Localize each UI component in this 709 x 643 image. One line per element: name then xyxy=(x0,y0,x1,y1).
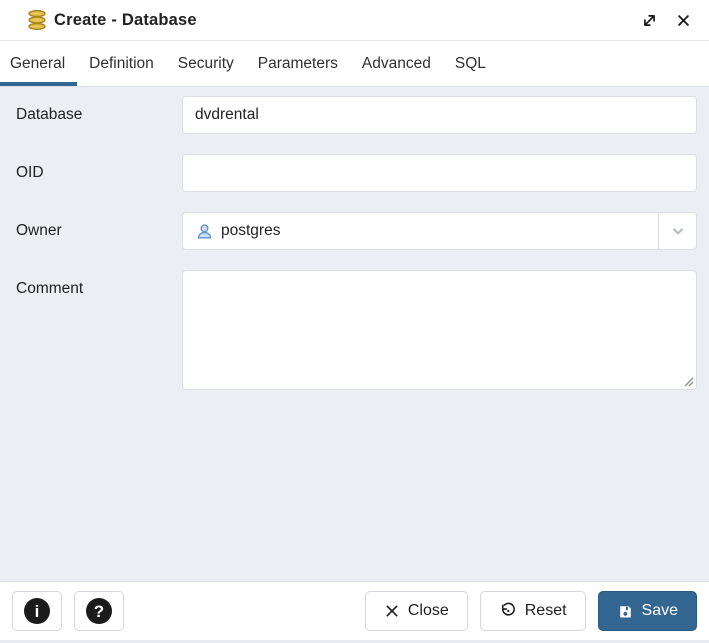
save-button-label: Save xyxy=(642,602,678,620)
reset-button[interactable]: Reset xyxy=(480,591,586,631)
reset-button-label: Reset xyxy=(525,602,567,620)
owner-label: Owner xyxy=(16,212,182,250)
comment-row: Comment xyxy=(16,270,697,390)
tab-sql[interactable]: SQL xyxy=(443,41,498,86)
help-icon: ? xyxy=(86,598,112,624)
oid-input[interactable] xyxy=(182,154,697,192)
dialog-footer: i ? Close Reset xyxy=(0,581,709,640)
close-dialog-button[interactable] xyxy=(674,11,693,30)
close-button[interactable]: Close xyxy=(365,591,468,631)
database-name-input[interactable] xyxy=(182,96,697,134)
help-button[interactable]: ? xyxy=(74,591,124,631)
comment-label: Comment xyxy=(16,270,182,308)
owner-select[interactable]: postgres xyxy=(182,212,697,250)
tab-advanced[interactable]: Advanced xyxy=(350,41,443,86)
dialog-titlebar: Create - Database xyxy=(0,0,709,41)
database-label: Database xyxy=(16,96,182,134)
owner-row: Owner postgres xyxy=(16,212,697,250)
undo-icon xyxy=(499,602,517,620)
x-icon xyxy=(384,603,400,619)
tab-security[interactable]: Security xyxy=(166,41,246,86)
floppy-disk-icon xyxy=(617,603,634,620)
info-button[interactable]: i xyxy=(12,591,62,631)
chevron-down-icon xyxy=(670,223,686,239)
info-icon: i xyxy=(24,598,50,624)
tab-definition[interactable]: Definition xyxy=(77,41,166,86)
general-tab-panel: Database OID Owner postgres xyxy=(0,87,709,581)
maximize-icon xyxy=(641,12,658,29)
owner-dropdown-toggle xyxy=(658,213,696,249)
database-icon xyxy=(26,9,48,31)
maximize-button[interactable] xyxy=(639,10,660,31)
close-icon xyxy=(676,13,691,28)
database-row: Database xyxy=(16,96,697,134)
oid-label: OID xyxy=(16,154,182,192)
dialog-tabbar: General Definition Security Parameters A… xyxy=(0,41,709,87)
tab-parameters[interactable]: Parameters xyxy=(246,41,350,86)
save-button[interactable]: Save xyxy=(598,591,697,631)
comment-textarea[interactable] xyxy=(182,270,697,390)
user-icon xyxy=(195,222,214,241)
oid-row: OID xyxy=(16,154,697,192)
tab-general[interactable]: General xyxy=(0,41,77,86)
owner-selected-value: postgres xyxy=(221,222,280,240)
create-database-dialog: Create - Database General Definition Sec… xyxy=(0,0,709,643)
dialog-title: Create - Database xyxy=(54,11,197,30)
close-button-label: Close xyxy=(408,602,449,620)
